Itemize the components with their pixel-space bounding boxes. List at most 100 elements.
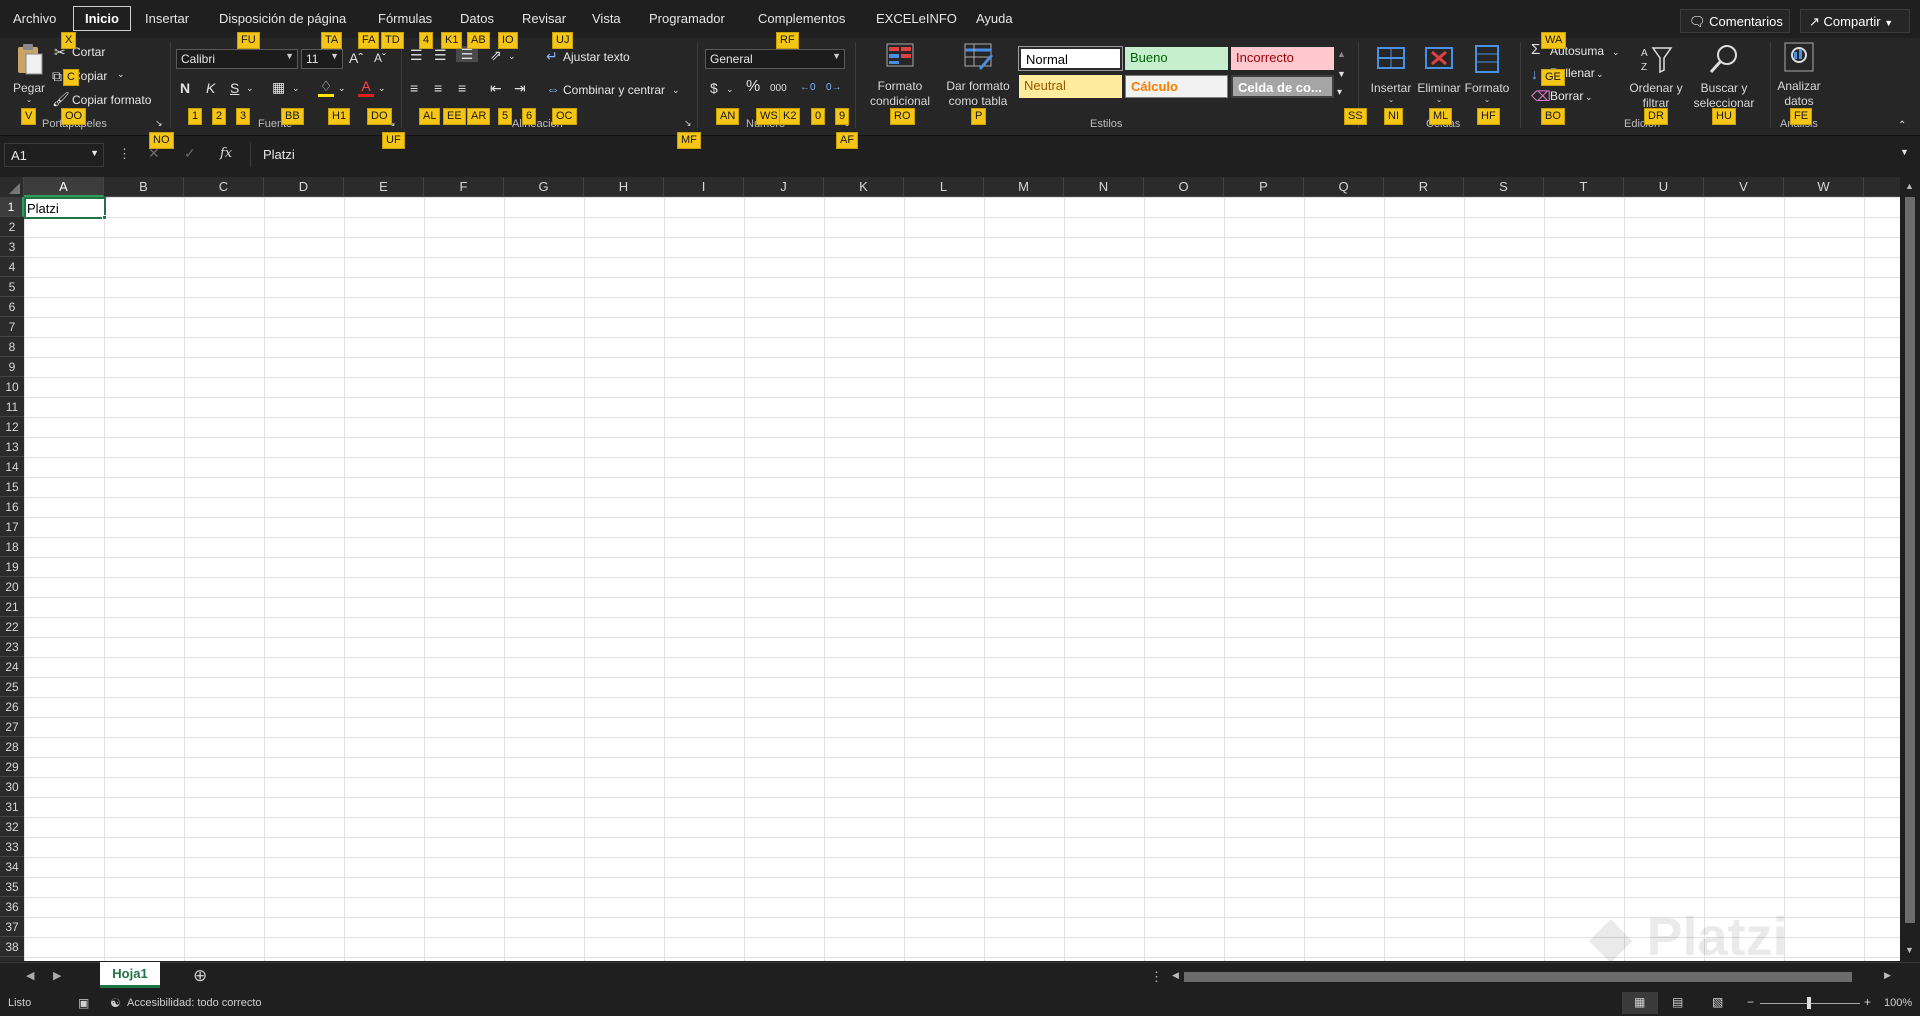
more-options-icon[interactable]: ⋮ [1150,969,1163,985]
add-sheet-icon[interactable]: ⊕ [193,966,207,986]
column-header-n[interactable]: N [1064,177,1144,197]
row-header-14[interactable]: 14 [0,457,24,477]
zoom-out-icon[interactable]: − [1747,995,1754,1009]
column-header-p[interactable]: P [1224,177,1304,197]
tab-formulas[interactable]: Fórmulas [378,11,432,26]
tab-vista[interactable]: Vista [592,11,621,26]
row-header-29[interactable]: 29 [0,757,24,777]
format-painter-button[interactable]: Copiar formato [72,93,151,107]
column-header-l[interactable]: L [904,177,984,197]
tab-disposicion[interactable]: Disposición de página [219,11,346,26]
style-bueno[interactable]: Bueno [1125,47,1228,70]
chevron-down-icon[interactable]: ⌄ [672,82,680,98]
decrease-indent-icon[interactable]: ⇤ [490,80,502,96]
row-header-8[interactable]: 8 [0,337,24,357]
cut-button[interactable]: Cortar [72,45,105,59]
row-header-7[interactable]: 7 [0,317,24,337]
row-header-18[interactable]: 18 [0,537,24,557]
row-header-24[interactable]: 24 [0,657,24,677]
align-middle-icon[interactable]: ☰ [434,47,447,63]
align-center-icon[interactable]: ≡ [434,80,442,96]
column-header-q[interactable]: Q [1304,177,1384,197]
row-header-31[interactable]: 31 [0,797,24,817]
percent-icon[interactable]: % [746,79,760,95]
tab-complementos[interactable]: Complementos [758,11,845,26]
more-options-icon[interactable]: ⋮ [118,146,131,162]
tab-ayuda[interactable]: Ayuda [976,11,1013,26]
row-header-10[interactable]: 10 [0,377,24,397]
column-header-t[interactable]: T [1544,177,1624,197]
tab-programador[interactable]: Programador [649,11,725,26]
column-header-k[interactable]: K [824,177,904,197]
row-header-11[interactable]: 11 [0,397,24,417]
chevron-down-icon[interactable]: ⌄ [508,48,516,64]
style-incorrecto[interactable]: Incorrecto [1231,47,1334,70]
chevron-down-icon[interactable]: ⌄ [117,69,125,80]
chevron-down-icon[interactable]: ⌄ [292,80,300,96]
enter-icon[interactable]: ✓ [184,145,196,162]
row-header-2[interactable]: 2 [0,217,24,237]
cell-a1[interactable]: Platzi [24,197,106,219]
tab-exceleinfo[interactable]: EXCELeINFO [876,11,957,26]
sort-filter-button[interactable]: A Z Ordenar y filtrar [1624,42,1688,118]
row-header-17[interactable]: 17 [0,517,24,537]
chevron-down-icon[interactable]: ⌄ [246,80,254,96]
scroll-left-icon[interactable]: ◀ [26,969,34,982]
increase-indent-icon[interactable]: ⇥ [514,80,526,96]
style-normal[interactable]: Normal [1018,46,1123,71]
insert-cells-button[interactable]: Insertar ⌄ [1366,42,1416,118]
font-name-combo[interactable]: Calibri ▼ [176,49,298,69]
normal-view-button[interactable]: ▦ [1622,992,1658,1014]
column-header-h[interactable]: H [584,177,664,197]
scroll-down-icon[interactable]: ▼ [1905,945,1914,955]
row-header-38[interactable]: 38 [0,937,24,957]
scroll-right-icon[interactable]: ▶ [53,969,61,982]
bold-button[interactable]: N [180,80,190,96]
column-header-m[interactable]: M [984,177,1064,197]
column-header-v[interactable]: V [1704,177,1784,197]
row-header-5[interactable]: 5 [0,277,24,297]
find-select-button[interactable]: Buscar y seleccionar [1684,42,1764,118]
number-format-combo[interactable]: General ▼ [705,49,845,69]
conditional-format-button[interactable]: Formato condicional [860,40,940,116]
tab-insertar[interactable]: Insertar [145,11,189,26]
horizontal-scroll-thumb[interactable] [1184,972,1852,982]
macro-record-icon[interactable]: ▣ [78,996,89,1010]
scroll-right-icon[interactable]: ▶ [1884,970,1891,981]
fill-color-icon[interactable]: ♢ [318,78,334,97]
zoom-level[interactable]: 100% [1884,997,1912,1009]
row-header-23[interactable]: 23 [0,637,24,657]
currency-icon[interactable]: $ [710,80,718,96]
analyze-data-button[interactable]: Analizar datos [1774,40,1824,116]
insert-function-button[interactable]: fx [220,146,232,161]
tab-inicio[interactable]: Inicio [73,6,131,31]
column-header-b[interactable]: B [104,177,184,197]
select-all-button[interactable] [0,177,24,197]
column-header-w[interactable]: W [1784,177,1864,197]
name-box[interactable]: A1 ▼ [4,143,104,167]
row-header-1[interactable]: 1 [0,197,24,217]
tab-datos[interactable]: Datos [460,11,494,26]
row-header-26[interactable]: 26 [0,697,24,717]
column-header-o[interactable]: O [1144,177,1224,197]
increase-decimal-icon[interactable]: ←0 [800,80,816,96]
zoom-slider-thumb[interactable] [1807,997,1811,1009]
page-break-icon[interactable]: ▧ [1712,995,1723,1009]
paste-button[interactable]: Pegar ⌄ [8,42,50,112]
row-header-16[interactable]: 16 [0,497,24,517]
column-header-j[interactable]: J [744,177,824,197]
column-header-u[interactable]: U [1624,177,1704,197]
chevron-down-icon[interactable]: ⌄ [1596,66,1604,82]
format-cells-button[interactable]: Formato ⌄ [1462,42,1512,118]
row-header-25[interactable]: 25 [0,677,24,697]
tab-archivo[interactable]: Archivo [13,11,56,26]
row-header-33[interactable]: 33 [0,837,24,857]
row-header-28[interactable]: 28 [0,737,24,757]
style-calculo[interactable]: Cálculo [1125,75,1228,98]
align-left-icon[interactable]: ≡ [410,80,418,96]
chevron-down-icon[interactable]: ⌄ [1612,44,1620,60]
zoom-in-icon[interactable]: + [1864,995,1871,1009]
thousands-icon[interactable]: 000 [770,81,787,97]
scroll-down-icon[interactable]: ▼ [1337,66,1346,82]
dialog-launcher-icon[interactable]: ↘ [155,118,163,129]
